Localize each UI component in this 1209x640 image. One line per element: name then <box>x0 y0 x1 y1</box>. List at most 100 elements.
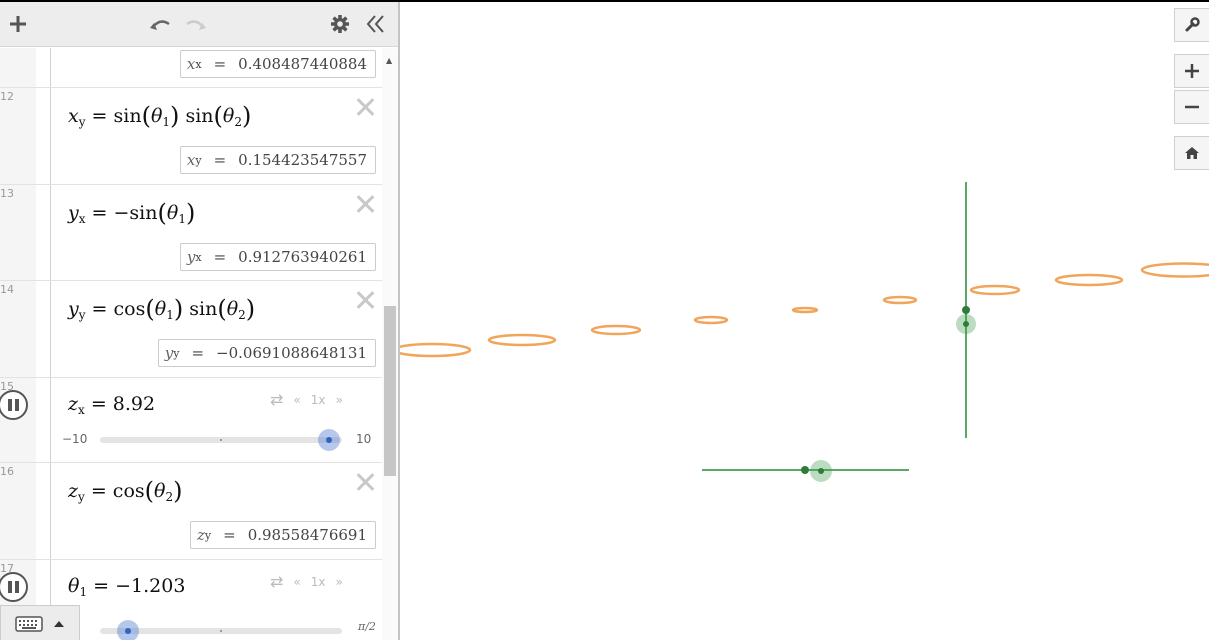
expression-row[interactable]: 12 xy = sin(θ1) sin(θ2) xy = 0.154423547… <box>0 88 382 185</box>
graph-settings-button[interactable] <box>1174 8 1209 42</box>
expression-row[interactable]: 14 yy = cos(θ1) sin(θ2) yy = −0.06910886… <box>0 281 382 378</box>
lhs-variable: z <box>68 480 79 502</box>
expression-formula[interactable]: θ1 = −1.203 <box>68 575 185 599</box>
expression-formula[interactable]: xy = sin(θ1) sin(θ2) <box>68 102 251 130</box>
result-subscript: y <box>204 528 212 542</box>
collapse-panel-button[interactable] <box>362 10 390 38</box>
argument-subscript: 2 <box>165 490 174 504</box>
draggable-point <box>963 321 969 327</box>
slider-max-label[interactable]: 10 <box>356 432 371 446</box>
expression-list: xx = 0.408487440884 12 xy = sin(θ1) sin(… <box>0 48 382 640</box>
repeat-mode-icon[interactable]: ⇄ <box>270 572 283 591</box>
result-variable: y <box>164 344 174 362</box>
expression-formula[interactable]: zy = cos(θ2) <box>68 477 182 505</box>
expression-row[interactable]: xx = 0.408487440884 <box>0 48 382 88</box>
delete-expression-icon[interactable] <box>354 289 376 311</box>
argument-subscript: 2 <box>234 115 243 129</box>
faster-icon[interactable]: » <box>336 575 343 589</box>
curve-ellipse <box>487 333 557 347</box>
scroll-up-arrow-icon[interactable]: ▲ <box>386 56 392 65</box>
graph-plot[interactable] <box>400 2 1209 640</box>
slider-value: −1.203 <box>115 575 186 597</box>
row-number: 13 <box>0 187 14 200</box>
curve-ellipse <box>400 342 472 358</box>
row-divider <box>50 88 51 184</box>
result-subscript: y <box>195 153 202 167</box>
function-name: cos <box>113 298 146 320</box>
settings-button[interactable] <box>326 10 354 38</box>
lhs-variable: y <box>68 202 79 224</box>
delete-expression-icon[interactable] <box>354 471 376 493</box>
zoom-in-icon <box>1185 64 1199 78</box>
slider-handle[interactable] <box>317 429 340 451</box>
delete-expression-icon[interactable] <box>354 193 376 215</box>
lhs-subscript: y <box>78 308 86 322</box>
add-item-button[interactable] <box>4 10 32 38</box>
argument-subscript: 1 <box>162 115 171 129</box>
slider-row[interactable]: 15 zx = 8.92 ⇄ « 1x » −10 10 <box>0 378 382 463</box>
slider-min-label[interactable]: −10 <box>62 432 87 446</box>
result-subscript: y <box>173 346 180 360</box>
expression-formula[interactable]: yy = cos(θ1) sin(θ2) <box>68 295 255 323</box>
keypad-toggle-button[interactable] <box>0 605 80 640</box>
expression-toolbar <box>0 2 398 47</box>
slower-icon[interactable]: « <box>293 393 300 407</box>
caret-up-icon <box>54 621 64 627</box>
expression-formula[interactable]: yx = −sin(θ1) <box>68 199 195 227</box>
row-divider <box>50 185 51 280</box>
function-name: sin <box>113 105 142 127</box>
result-subscript: x <box>195 250 202 264</box>
zoom-out-button[interactable] <box>1174 90 1209 124</box>
argument-subscript: 1 <box>166 308 174 322</box>
home-icon <box>1185 147 1199 159</box>
function-name: sin <box>189 298 218 320</box>
slider-handle[interactable] <box>117 620 140 640</box>
default-viewport-button[interactable] <box>1174 136 1209 170</box>
redo-icon <box>186 20 206 30</box>
slider-track[interactable] <box>100 437 342 443</box>
animation-speed: 1x <box>310 392 326 407</box>
faster-icon[interactable]: » <box>336 393 343 407</box>
result-variable: z <box>197 526 205 544</box>
evaluation-result: yy = −0.0691088648131 <box>157 339 376 367</box>
result-value: 0.912763940261 <box>238 248 367 266</box>
undo-button[interactable] <box>146 10 174 38</box>
function-name: cos <box>112 480 145 502</box>
slider-value: 8.92 <box>112 393 156 415</box>
evaluation-result: xx = 0.408487440884 <box>179 50 376 78</box>
plus-icon <box>10 16 26 32</box>
row-divider <box>50 281 51 377</box>
scrollbar-thumb[interactable] <box>384 306 396 476</box>
evaluation-result: xy = 0.154423547557 <box>179 146 376 174</box>
lhs-variable: θ <box>68 575 80 597</box>
lhs-variable: x <box>68 105 79 127</box>
slower-icon[interactable]: « <box>293 575 300 589</box>
equals-sign: = <box>213 151 227 169</box>
double-chevron-left-icon <box>366 15 384 33</box>
graph-canvas[interactable] <box>400 2 1209 640</box>
zoom-in-button[interactable] <box>1174 54 1209 88</box>
result-value: 0.408487440884 <box>238 55 367 73</box>
row-number: 16 <box>0 465 14 478</box>
expression-row[interactable]: 16 zy = cos(θ2) zy = 0.98558476691 <box>0 463 382 560</box>
slider-max-label[interactable]: π/2 <box>358 620 376 633</box>
curve-ellipse <box>969 284 1021 296</box>
row-gutter: 14 <box>0 281 36 377</box>
expression-list-scrollbar[interactable]: ▲ <box>382 48 398 640</box>
row-gutter <box>0 48 36 87</box>
redo-button[interactable] <box>182 10 210 38</box>
equals-sign: = <box>223 526 236 544</box>
function-name: −sin <box>113 202 158 224</box>
equals-sign: = <box>191 344 205 362</box>
expression-formula[interactable]: zx = 8.92 <box>68 393 155 417</box>
undo-icon <box>150 20 170 30</box>
delete-expression-icon[interactable] <box>354 96 376 118</box>
row-divider <box>50 463 51 559</box>
repeat-mode-icon[interactable]: ⇄ <box>270 390 283 409</box>
keyboard-icon <box>15 616 43 632</box>
row-gutter: 16 <box>0 463 36 559</box>
lhs-subscript: x <box>78 403 85 417</box>
slider-midpoint <box>220 439 222 441</box>
argument-variable: θ <box>222 105 235 127</box>
expression-row[interactable]: 13 yx = −sin(θ1) yx = 0.912763940261 <box>0 185 382 281</box>
